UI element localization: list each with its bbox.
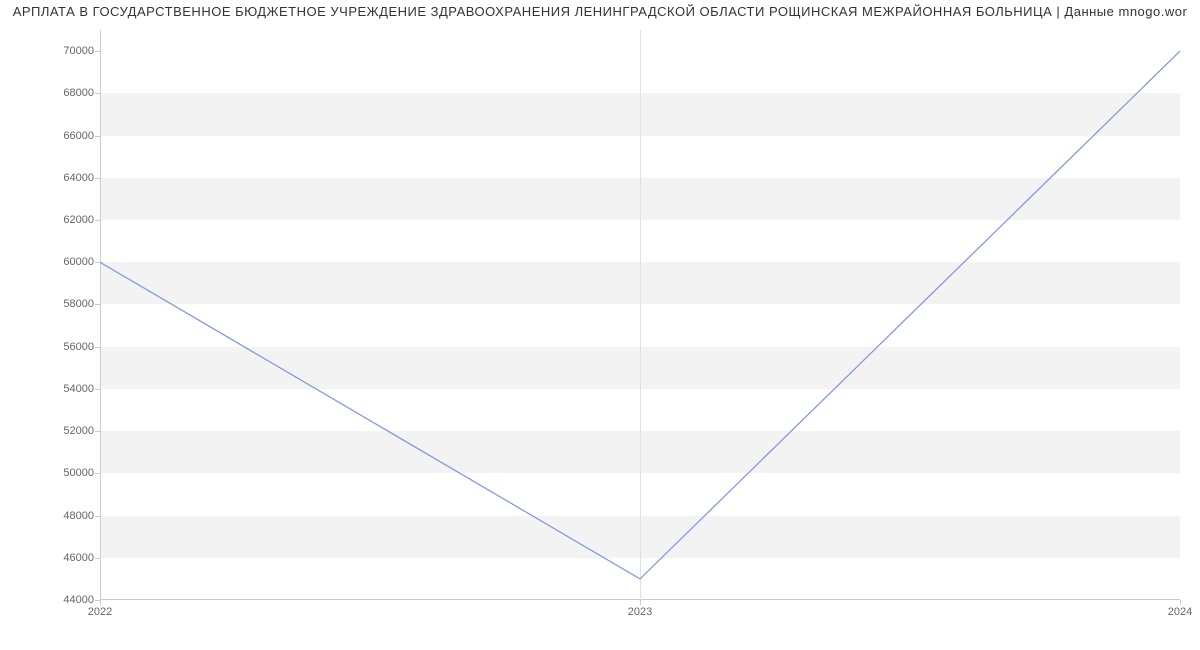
line-series-svg: [100, 30, 1180, 600]
x-tick-label: 2022: [88, 606, 112, 618]
y-tick-label: 58000: [4, 298, 94, 310]
chart-title: АРПЛАТА В ГОСУДАРСТВЕННОЕ БЮДЖЕТНОЕ УЧРЕ…: [0, 4, 1200, 19]
y-tick-label: 46000: [4, 552, 94, 564]
y-tick-label: 68000: [4, 87, 94, 99]
series-line: [100, 51, 1180, 579]
x-tick-label: 2024: [1168, 606, 1192, 618]
plot-area: [100, 30, 1180, 600]
x-tick-mark: [1180, 600, 1181, 605]
x-tick-mark: [100, 600, 101, 605]
y-tick-label: 64000: [4, 172, 94, 184]
x-tick-label: 2023: [628, 606, 652, 618]
chart-container: АРПЛАТА В ГОСУДАРСТВЕННОЕ БЮДЖЕТНОЕ УЧРЕ…: [0, 0, 1200, 650]
y-tick-label: 52000: [4, 425, 94, 437]
y-tick-label: 48000: [4, 510, 94, 522]
y-tick-label: 56000: [4, 341, 94, 353]
y-tick-label: 54000: [4, 383, 94, 395]
y-tick-label: 62000: [4, 214, 94, 226]
y-tick-label: 60000: [4, 256, 94, 268]
x-tick-mark: [640, 600, 641, 605]
y-tick-label: 50000: [4, 467, 94, 479]
y-tick-label: 70000: [4, 45, 94, 57]
y-tick-label: 66000: [4, 130, 94, 142]
y-tick-label: 44000: [4, 594, 94, 606]
